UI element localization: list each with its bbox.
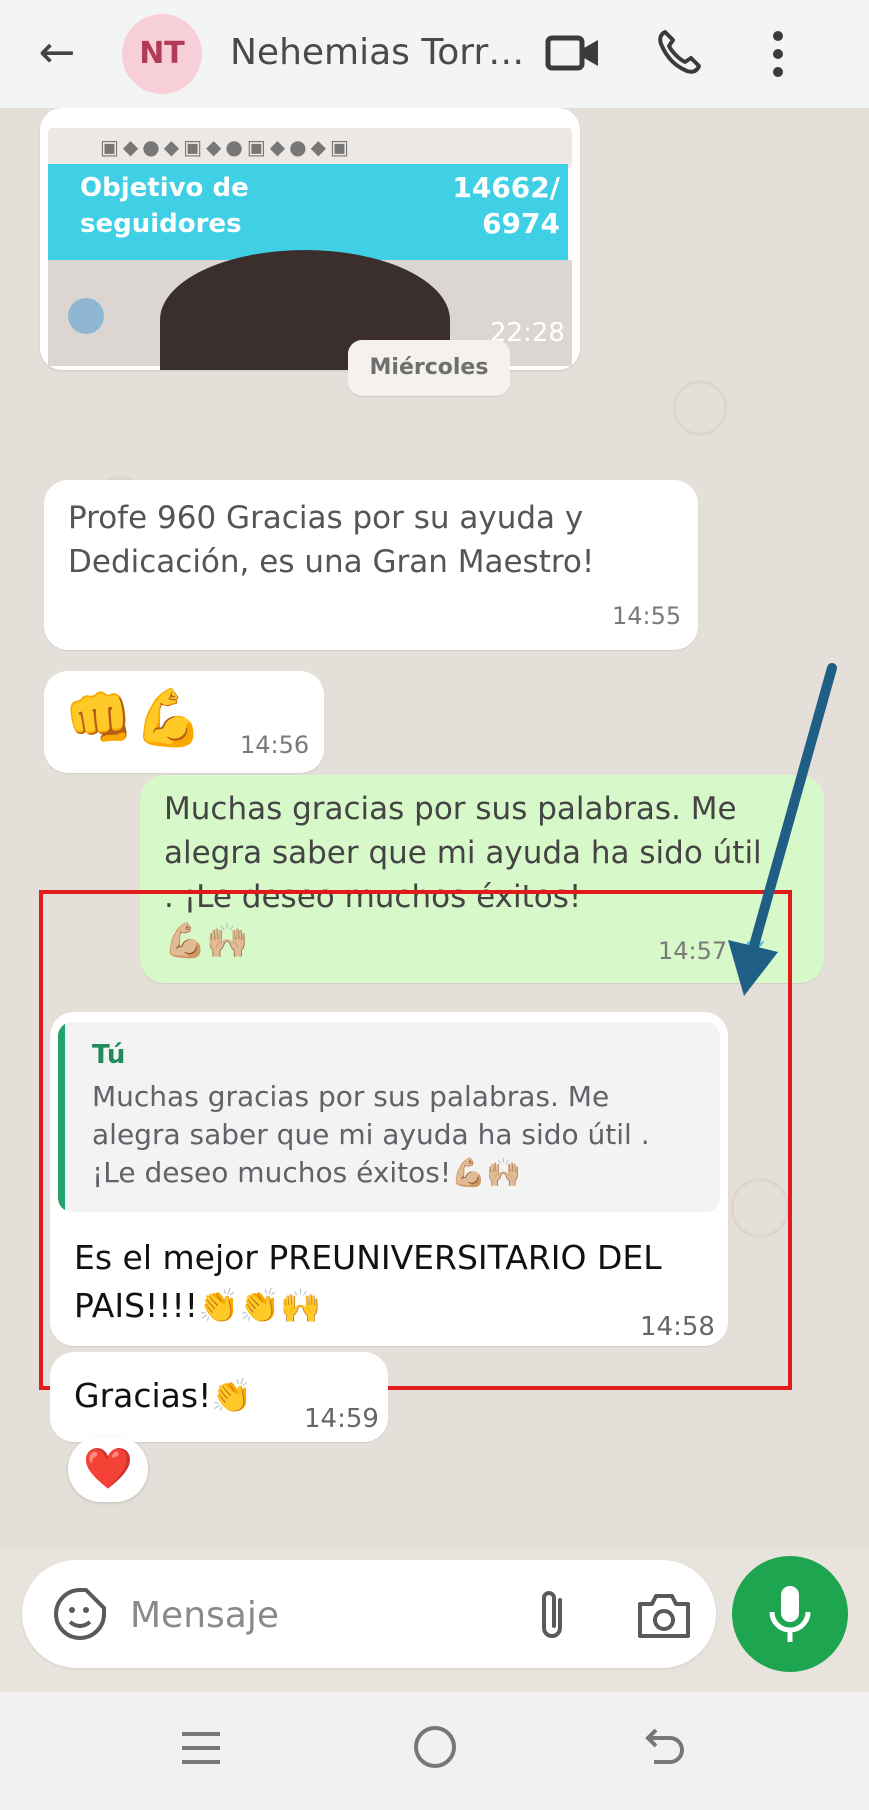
heart-reaction[interactable]: ❤️ bbox=[68, 1436, 148, 1502]
incoming-message[interactable]: Profe 960 Gracias por su ayuda y Dedicac… bbox=[44, 480, 698, 650]
avatar[interactable]: NT bbox=[122, 14, 202, 94]
message-time: 14:58 bbox=[640, 1312, 715, 1342]
quote-author: Tú bbox=[92, 1040, 126, 1070]
phone-icon[interactable] bbox=[655, 26, 705, 76]
paperclip-icon[interactable] bbox=[530, 1586, 574, 1644]
quote-text: Muchas gracias por sus palabras. Me aleg… bbox=[92, 1080, 650, 1189]
incoming-message[interactable]: Tú Muchas gracias por sus palabras. Me a… bbox=[50, 1012, 728, 1346]
message-text: Gracias!👏 bbox=[74, 1376, 253, 1415]
image-user-avatar bbox=[68, 298, 104, 334]
incoming-message[interactable]: Gracias!👏 14:59 bbox=[50, 1352, 388, 1442]
video-camera-icon[interactable] bbox=[545, 32, 601, 74]
date-separator: Miércoles bbox=[348, 340, 510, 396]
camera-icon[interactable] bbox=[634, 1590, 694, 1642]
back-icon[interactable] bbox=[640, 1722, 688, 1770]
quote-bar bbox=[58, 1022, 65, 1212]
image-toolbar-icons: ▣◆●◆▣◆●▣◆●◆▣ bbox=[100, 135, 353, 159]
message-time: 14:59 bbox=[304, 1404, 379, 1434]
contact-name[interactable]: Nehemias Torr… bbox=[230, 28, 524, 78]
goal-value: 14662/ 6974 bbox=[452, 171, 560, 240]
incoming-message[interactable]: 👊💪 14:56 bbox=[44, 671, 324, 773]
arrow-left-icon[interactable]: ← bbox=[30, 26, 84, 80]
more-vertical-icon[interactable] bbox=[758, 26, 798, 82]
quoted-message[interactable]: Tú Muchas gracias por sus palabras. Me a… bbox=[58, 1022, 720, 1212]
message-time: 14:56 bbox=[240, 731, 310, 759]
message-text: 👊💪 bbox=[64, 686, 204, 751]
microphone-icon bbox=[769, 1586, 811, 1642]
recent-apps-icon[interactable] bbox=[178, 1728, 224, 1768]
image-message[interactable]: ▣◆●◆▣◆●▣◆●◆▣ Objetivo de seguidores 1466… bbox=[40, 108, 580, 370]
message-text: Profe 960 Gracias por su ayuda y Dedicac… bbox=[68, 500, 595, 580]
sticker-icon[interactable] bbox=[50, 1584, 110, 1644]
message-text: Es el mejor PREUNIVERSITARIO DEL PAIS!!!… bbox=[74, 1238, 662, 1325]
message-input[interactable] bbox=[128, 1582, 472, 1648]
goal-label: Objetivo de seguidores bbox=[80, 173, 249, 239]
annotation-arrow-icon bbox=[728, 663, 837, 996]
home-icon[interactable] bbox=[410, 1722, 460, 1772]
message-time: 14:55 bbox=[612, 602, 682, 630]
microphone-button[interactable] bbox=[732, 1556, 848, 1672]
